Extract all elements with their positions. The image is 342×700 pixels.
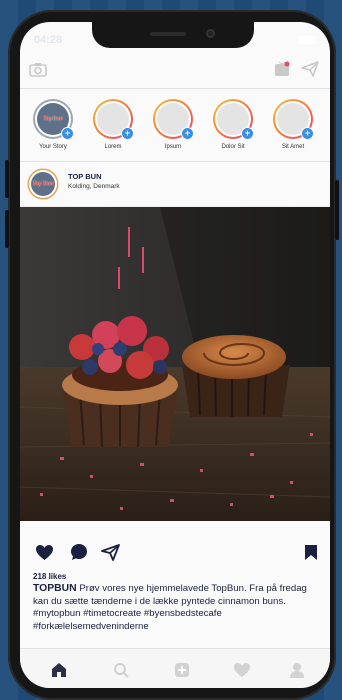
share-icon[interactable] bbox=[99, 542, 121, 562]
camera-icon[interactable] bbox=[28, 60, 48, 78]
story-lorem[interactable]: + Lorem bbox=[88, 99, 138, 150]
story-your-story[interactable]: TopBun + Your Story bbox=[28, 99, 78, 150]
heart-icon[interactable] bbox=[33, 542, 55, 562]
story-label: Ipsum bbox=[164, 144, 182, 150]
profile-icon[interactable] bbox=[288, 661, 306, 679]
plus-icon: + bbox=[121, 127, 134, 140]
story-label: Sit Amet bbox=[281, 144, 305, 150]
story-ring: + bbox=[153, 99, 194, 140]
activity-heart-icon[interactable] bbox=[232, 661, 252, 679]
post-location[interactable]: Kolding, Denmark bbox=[68, 183, 120, 190]
likes-count[interactable]: 218 likes bbox=[33, 572, 66, 581]
story-label: Lorem bbox=[104, 144, 122, 150]
volume-up-button bbox=[5, 160, 9, 198]
caption-username[interactable]: TOPBUN bbox=[33, 583, 77, 594]
front-camera bbox=[206, 29, 215, 38]
comment-icon[interactable] bbox=[68, 542, 90, 562]
stories-tray: TopBun + Your Story + Lorem + Ipsum + Do… bbox=[20, 89, 330, 162]
plus-icon: + bbox=[181, 127, 194, 140]
cupcakes-photo bbox=[20, 207, 330, 521]
bottom-tab-bar bbox=[20, 648, 330, 688]
story-ring: + bbox=[273, 99, 314, 140]
home-icon[interactable] bbox=[50, 661, 68, 679]
story-dolor-sit[interactable]: + Dolor Sit bbox=[208, 99, 258, 150]
power-button bbox=[335, 180, 339, 240]
story-ipsum[interactable]: + Ipsum bbox=[148, 99, 198, 150]
battery-icon bbox=[298, 36, 316, 44]
plus-icon: + bbox=[301, 127, 314, 140]
app-screen: 04:28 TopBun + Your Story + Lorem + Ipsu… bbox=[20, 22, 330, 688]
story-ring: + bbox=[213, 99, 254, 140]
story-sit-amet[interactable]: + Sit Amet bbox=[268, 99, 318, 150]
post-photo[interactable] bbox=[20, 207, 330, 521]
direct-message-icon[interactable] bbox=[300, 60, 320, 78]
add-icon[interactable] bbox=[173, 661, 191, 679]
notch bbox=[92, 20, 254, 48]
post-actions bbox=[20, 522, 330, 568]
status-time: 04:28 bbox=[34, 34, 63, 46]
top-bar bbox=[20, 52, 330, 89]
igtv-icon[interactable] bbox=[273, 60, 291, 78]
speaker bbox=[150, 32, 186, 36]
search-icon[interactable] bbox=[112, 661, 130, 679]
bookmark-icon[interactable] bbox=[302, 542, 320, 562]
add-story-icon[interactable]: + bbox=[61, 127, 74, 140]
post-avatar[interactable]: Top Bun bbox=[29, 170, 57, 198]
post-header: Top Bun TOP BUN Kolding, Denmark bbox=[20, 162, 330, 207]
story-label: Your Story bbox=[39, 144, 67, 150]
volume-down-button bbox=[5, 210, 9, 248]
story-ring: TopBun + bbox=[33, 99, 74, 140]
plus-icon: + bbox=[241, 127, 254, 140]
story-ring: + bbox=[93, 99, 134, 140]
post-username[interactable]: TOP BUN bbox=[68, 172, 101, 181]
post-caption: TOPBUN Prøv vores nye hjemmelavede TopBu… bbox=[33, 583, 323, 633]
story-label: Dolor Sit bbox=[221, 144, 245, 150]
